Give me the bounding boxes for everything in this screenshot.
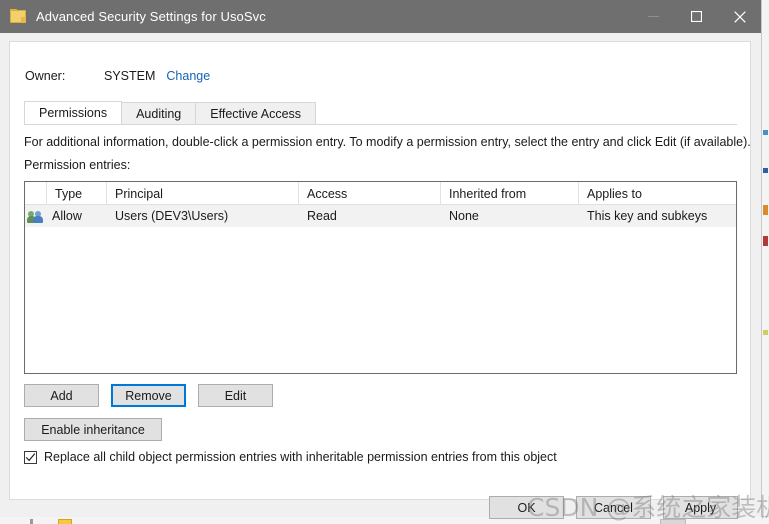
owner-row: Owner: SYSTEM Change (25, 69, 210, 83)
permissions-tab-page: For additional information, double-click… (24, 125, 737, 485)
maximize-icon (691, 11, 702, 22)
ok-button[interactable]: OK (489, 496, 564, 519)
owner-label: Owner: (25, 69, 104, 83)
bg-artifact (30, 519, 33, 524)
background-window-bottom-edge (0, 516, 769, 524)
edit-button[interactable]: Edit (198, 384, 273, 407)
bg-artifact (763, 205, 768, 215)
window-title: Advanced Security Settings for UsoSvc (36, 9, 266, 24)
group-icon (28, 209, 45, 224)
replace-child-permissions-label: Replace all child object permission entr… (44, 450, 557, 464)
dialog-footer: OK Cancel Apply (9, 500, 751, 517)
list-header-row: Type Principal Access Inherited from App… (25, 182, 736, 205)
minimize-button[interactable] (632, 0, 675, 33)
cell-access: Read (299, 205, 441, 227)
tab-auditing[interactable]: Auditing (121, 102, 196, 124)
checkmark-icon (25, 452, 36, 463)
cell-principal: Users (DEV3\Users) (107, 205, 299, 227)
advanced-security-settings-dialog: Advanced Security Settings for UsoSvc (0, 0, 761, 517)
tab-strip: Permissions Auditing Effective Access (24, 103, 737, 125)
background-window-right-edge (761, 0, 769, 524)
replace-child-permissions-checkbox[interactable] (24, 451, 37, 464)
maximize-button[interactable] (675, 0, 718, 33)
row-icon-cell (25, 205, 47, 227)
screen: Advanced Security Settings for UsoSvc (0, 0, 769, 524)
bg-artifact (763, 168, 768, 173)
column-header-principal[interactable]: Principal (107, 182, 299, 205)
owner-value: SYSTEM (104, 69, 155, 83)
permission-action-buttons: Add Remove Edit (24, 384, 273, 407)
enable-inheritance-button[interactable]: Enable inheritance (24, 418, 162, 441)
bg-artifact (763, 330, 768, 335)
column-header-applies-to[interactable]: Applies to (579, 182, 736, 205)
folder-icon (10, 9, 27, 24)
column-header-access[interactable]: Access (299, 182, 441, 205)
cell-applies-to: This key and subkeys (579, 205, 736, 227)
window-controls (632, 0, 761, 33)
cell-inherited-from: None (441, 205, 579, 227)
column-header-type[interactable]: Type (47, 182, 107, 205)
add-button[interactable]: Add (24, 384, 99, 407)
dialog-content-panel: Owner: SYSTEM Change Permissions Auditin… (9, 41, 751, 500)
tab-effective-access[interactable]: Effective Access (195, 102, 316, 124)
close-icon (734, 11, 746, 23)
replace-child-permissions-row[interactable]: Replace all child object permission entr… (24, 450, 557, 464)
info-text: For additional information, double-click… (24, 135, 751, 149)
cell-type: Allow (47, 205, 107, 227)
table-row[interactable]: Allow Users (DEV3\Users) Read None This … (25, 205, 736, 227)
bg-artifact (763, 236, 768, 246)
bg-folder-icon (58, 519, 72, 524)
title-bar: Advanced Security Settings for UsoSvc (0, 0, 761, 33)
permission-entries-list[interactable]: Type Principal Access Inherited from App… (24, 181, 737, 374)
column-header-inherited-from[interactable]: Inherited from (441, 182, 579, 205)
remove-button[interactable]: Remove (111, 384, 186, 407)
close-button[interactable] (718, 0, 761, 33)
tab-permissions[interactable]: Permissions (24, 101, 122, 124)
minimize-icon (648, 11, 659, 22)
change-owner-link[interactable]: Change (166, 69, 210, 83)
apply-button[interactable]: Apply (663, 496, 738, 519)
bg-artifact (763, 130, 768, 135)
permission-entries-label: Permission entries: (24, 158, 130, 172)
column-header-icon[interactable] (25, 182, 47, 205)
bg-artifact (660, 519, 686, 524)
cancel-button[interactable]: Cancel (576, 496, 651, 519)
